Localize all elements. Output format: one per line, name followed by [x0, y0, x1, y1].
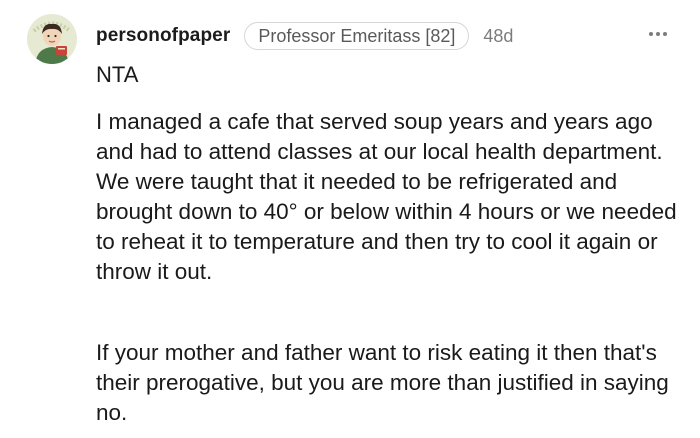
username[interactable]: personofpaper	[96, 25, 230, 47]
comment-paragraph: I managed a cafe that served soup years …	[96, 109, 677, 284]
comment-header: personofpaper Professor Emeritass [82] 4…	[96, 22, 513, 50]
comment-paragraph: If your mother and father want to risk e…	[96, 340, 669, 425]
avatar-icon	[27, 14, 77, 64]
comment: personofpaper Professor Emeritass [82] 4…	[0, 0, 700, 438]
avatar[interactable]	[27, 14, 77, 64]
comment-verdict: NTA	[96, 62, 139, 87]
more-options-icon[interactable]	[649, 28, 671, 40]
user-flair: Professor Emeritass [82]	[244, 22, 470, 50]
comment-age: 48d	[483, 25, 514, 46]
